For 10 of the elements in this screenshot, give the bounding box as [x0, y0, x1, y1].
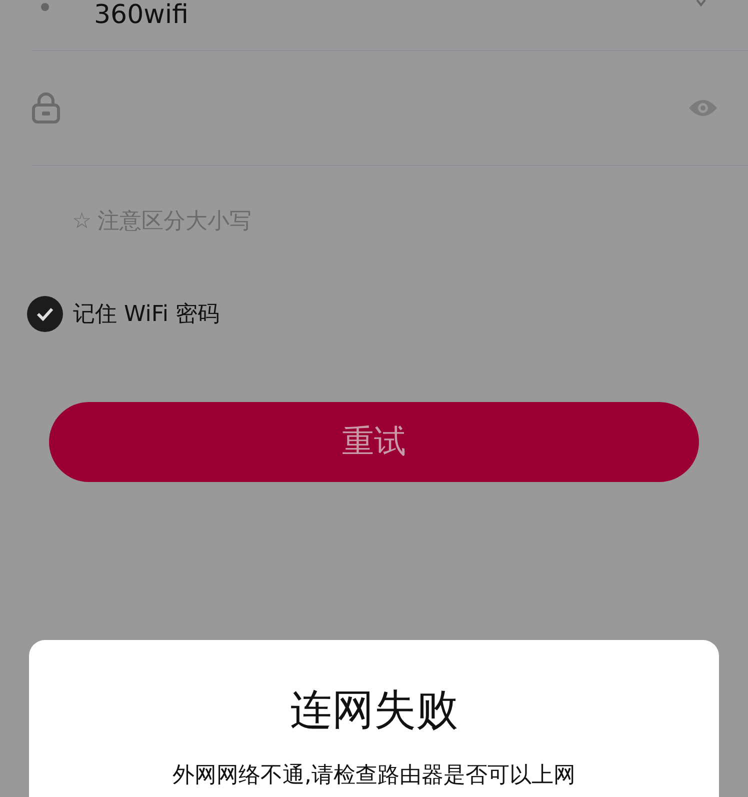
dialog-title: 连网失败	[290, 684, 458, 736]
chevron-icon	[696, 0, 706, 8]
wifi-name-field[interactable]: 360wifi	[94, 0, 696, 30]
remember-label: 记住 WiFi 密码	[73, 301, 220, 329]
lock-icon	[32, 92, 60, 124]
star-icon: ☆	[72, 208, 92, 234]
retry-button[interactable]: 重试	[49, 402, 699, 482]
checkmark-icon	[36, 307, 54, 321]
remember-checkbox[interactable]	[27, 296, 63, 332]
dialog-message: 外网网络不通,请检查路由器是否可以上网	[172, 762, 576, 790]
